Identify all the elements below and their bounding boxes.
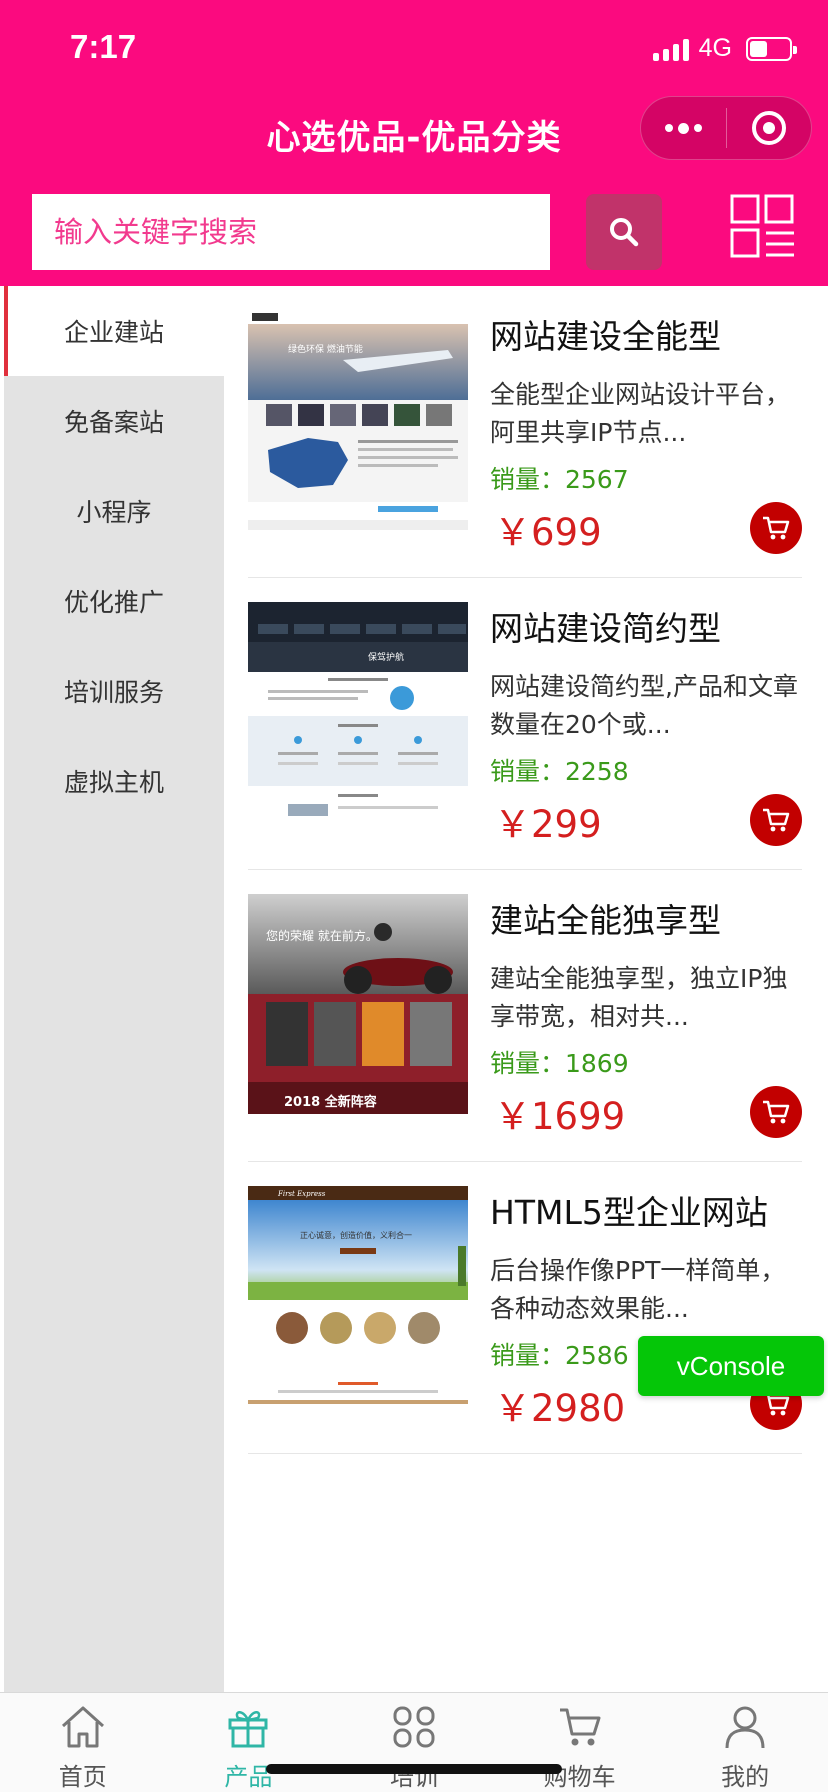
tab-label: 我的 [721, 1763, 770, 1791]
battery-icon [746, 36, 797, 61]
cart-icon [559, 1708, 601, 1746]
product-description: 建站全能独享型，独立IP独享带宽，相对共... [490, 964, 788, 1031]
bottom-tab-bar: 首页 产品 培训 购物车 我的 [0, 1692, 828, 1792]
product-name: 建站全能独享型 [490, 901, 721, 940]
add-to-cart-button[interactable] [750, 1086, 802, 1138]
grid-list-icon [730, 194, 794, 258]
category-item[interactable]: 小程序 [4, 466, 224, 556]
cart-icon [763, 808, 790, 832]
grid-icon [393, 1706, 435, 1748]
category-label: 小程序 [76, 498, 152, 527]
search-icon [610, 218, 639, 247]
tab-profile[interactable]: 我的 [662, 1693, 828, 1792]
thumbnail-banner-text: 正心诚意，创造价值，义利合一 [300, 1230, 412, 1240]
cart-icon [763, 1100, 790, 1124]
product-sales: 销量：2567 [490, 465, 629, 494]
thumbnail-banner-text: 保驾护航 [368, 651, 404, 663]
product-card[interactable]: First Express 正心诚意，创造价值，义利合一 HTML5型企业网站 … [248, 1162, 802, 1454]
product-thumbnail[interactable]: 保驾护航 [248, 602, 468, 822]
product-price: ￥299 [494, 803, 602, 846]
status-time: 7:17 [70, 28, 137, 65]
product-thumbnail[interactable]: 绿色环保 燃油节能 [248, 310, 468, 530]
status-indicators: 4G [652, 34, 797, 63]
product-price: ￥1699 [494, 1095, 626, 1138]
nav-bar: 心选优品-优品分类 [0, 96, 828, 192]
product-name: HTML5型企业网站 [490, 1193, 768, 1232]
status-bar: 7:17 4G [0, 0, 828, 96]
product-description: 全能型企业网站设计平台，阿里共享IP节点... [490, 380, 791, 447]
add-to-cart-button[interactable] [750, 502, 802, 554]
category-label: 免备案站 [63, 408, 164, 437]
gift-icon [228, 1711, 268, 1748]
thumbnail-footer-text: 2018 全新阵容 [284, 1094, 377, 1110]
tab-label: 购物车 [543, 1763, 616, 1791]
product-card[interactable]: 保驾护航 网站建设简约型 网站建设简约型,产品和文章数量在20个或... 销量：… [248, 578, 802, 870]
product-thumbnail[interactable]: First Express 正心诚意，创造价值，义利合一 [248, 1186, 468, 1406]
home-icon [61, 1706, 104, 1748]
product-name: 网站建设简约型 [490, 609, 721, 648]
product-name: 网站建设全能型 [490, 317, 721, 356]
category-item[interactable]: 培训服务 [4, 646, 224, 736]
product-description: 网站建设简约型,产品和文章数量在20个或... [490, 672, 798, 739]
network-type: 4G [698, 34, 732, 62]
product-sales: 销量：1869 [490, 1049, 629, 1078]
tab-products[interactable]: 产品 [166, 1693, 332, 1792]
category-sidebar: 企业建站 免备案站 小程序 优化推广 培训服务 虚拟主机 [4, 286, 224, 1692]
search-bar [0, 192, 828, 286]
target-icon [751, 111, 786, 145]
product-price: ￥2980 [494, 1387, 626, 1430]
tab-label: 首页 [58, 1763, 107, 1791]
tab-home[interactable]: 首页 [0, 1693, 166, 1792]
miniprogram-capsule [640, 96, 812, 160]
tab-label: 培训 [389, 1763, 438, 1791]
more-icon [664, 122, 702, 134]
user-icon [725, 1706, 765, 1749]
product-list: 绿色环保 燃油节能 网站建设全能型 全能型企业网站设计平台，阿里共享IP节点..… [248, 286, 802, 1454]
category-item[interactable]: 企业建站 [4, 286, 224, 376]
category-label: 企业建站 [63, 318, 164, 347]
product-card[interactable]: 绿色环保 燃油节能 网站建设全能型 全能型企业网站设计平台，阿里共享IP节点..… [248, 286, 802, 578]
category-label: 优化推广 [63, 588, 164, 617]
add-to-cart-button[interactable] [750, 794, 802, 846]
home-indicator [266, 1764, 562, 1774]
layout-toggle-button[interactable] [730, 194, 796, 260]
product-sales: 销量：2258 [490, 757, 629, 786]
thumbnail-banner-text: 绿色环保 燃油节能 [288, 343, 363, 355]
tab-cart[interactable]: 购物车 [497, 1693, 663, 1792]
search-button[interactable] [586, 194, 662, 270]
search-input[interactable] [32, 194, 550, 270]
tab-label: 产品 [224, 1763, 273, 1791]
category-item[interactable]: 虚拟主机 [4, 736, 224, 826]
product-description: 后台操作像PPT一样简单，各种动态效果能... [490, 1256, 786, 1323]
thumbnail-header-text: First Express [277, 1190, 326, 1198]
product-sales: 销量：2586 [490, 1341, 629, 1370]
category-item[interactable]: 免备案站 [4, 376, 224, 466]
thumbnail-banner-text: 您的荣耀 就在前方。 [266, 928, 378, 943]
signal-icon [652, 37, 689, 61]
product-price: ￥699 [494, 511, 602, 554]
category-label: 培训服务 [63, 678, 164, 707]
category-item[interactable]: 优化推广 [4, 556, 224, 646]
more-button[interactable] [641, 97, 726, 159]
vconsole-button[interactable]: vConsole [638, 1336, 824, 1396]
tab-training[interactable]: 培训 [331, 1693, 497, 1792]
product-thumbnail[interactable]: 您的荣耀 就在前方。 2018 全新阵容 [248, 894, 468, 1114]
close-miniprogram-button[interactable] [727, 97, 812, 159]
cart-icon [763, 516, 790, 540]
category-label: 虚拟主机 [63, 768, 164, 797]
product-card[interactable]: 您的荣耀 就在前方。 2018 全新阵容 建站全能独享型 建站全能独享型，独立I… [248, 870, 802, 1162]
